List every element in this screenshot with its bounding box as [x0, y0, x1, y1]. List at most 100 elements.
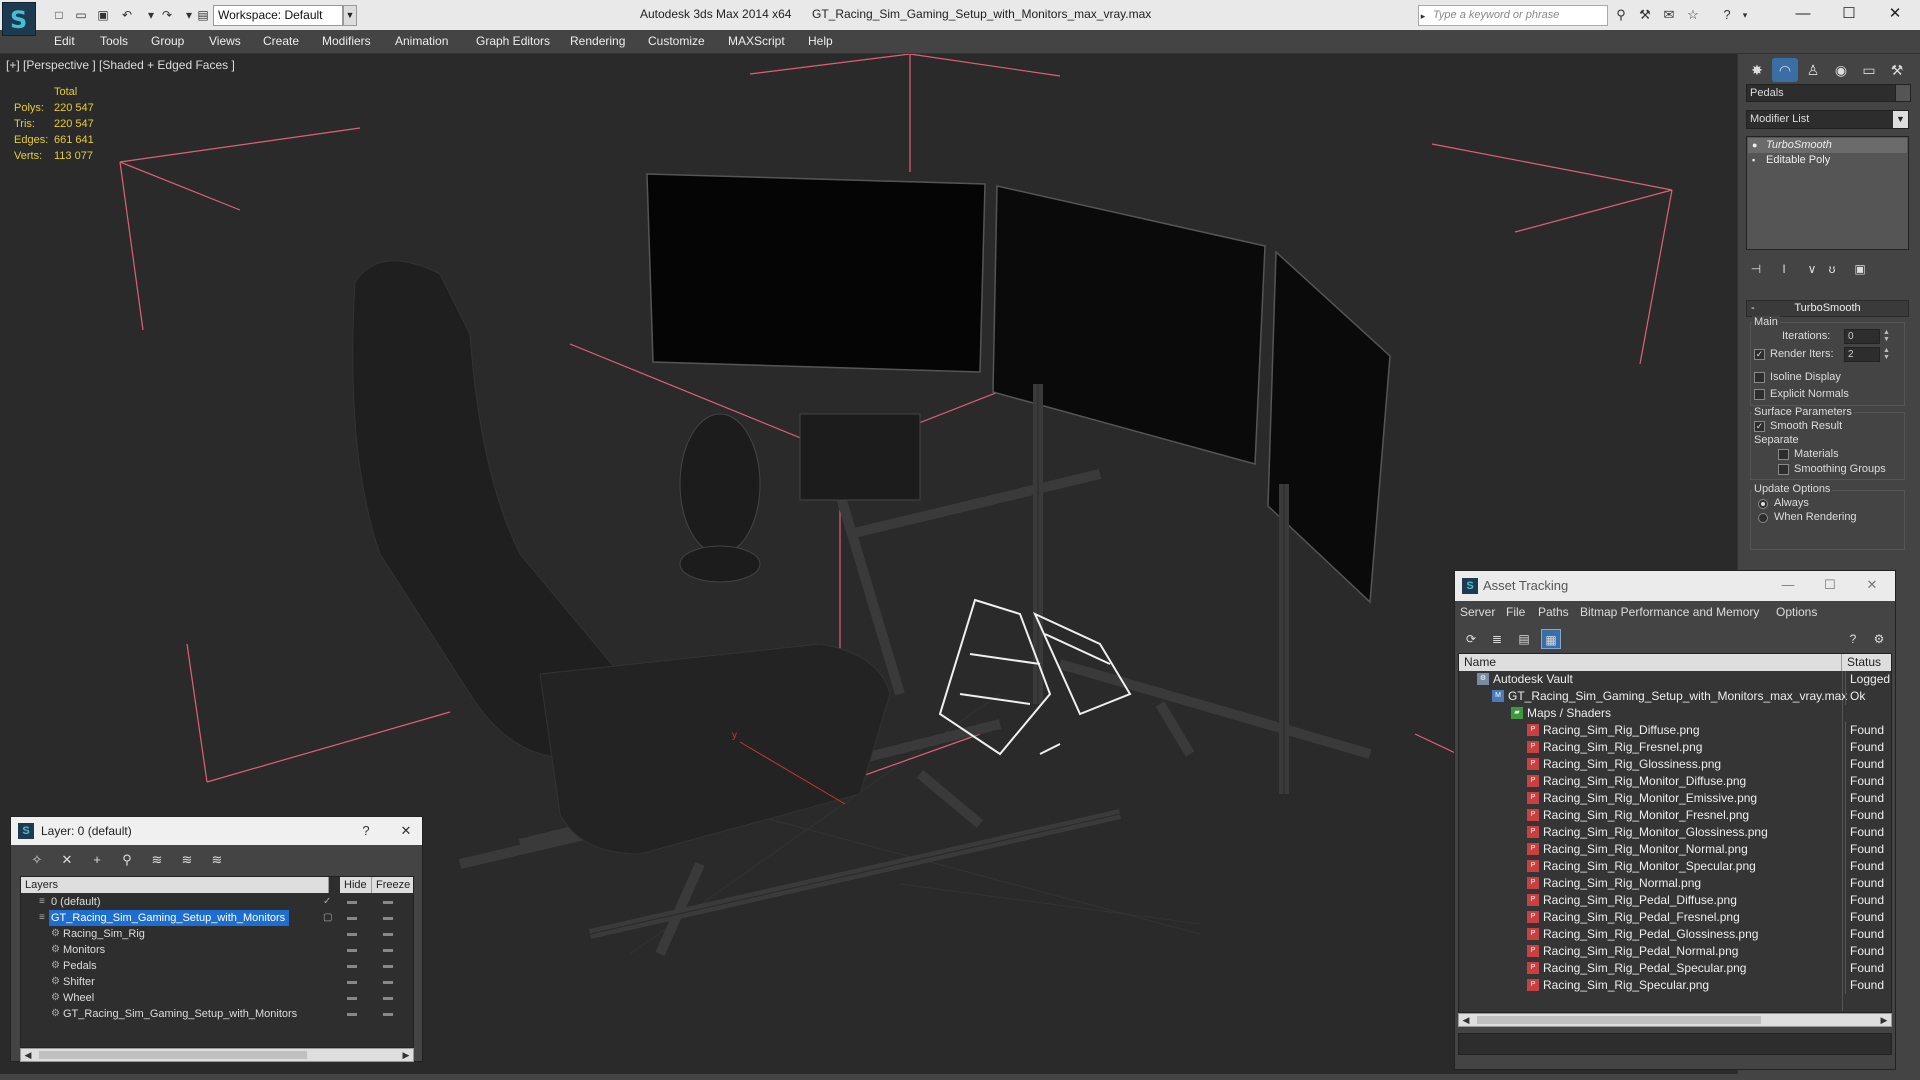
menu-tools[interactable]: Tools — [100, 34, 128, 48]
utilities-tab-icon[interactable]: ⚒ — [1884, 58, 1910, 82]
asset-row[interactable]: P Racing_Sim_Rig_Pedal_Diffuse.png Found — [1459, 892, 1891, 909]
layer-name[interactable]: GT_Racing_Sim_Gaming_Setup_with_Monitors — [61, 1006, 301, 1022]
always-radio[interactable] — [1758, 499, 1768, 509]
asset-row[interactable]: P Racing_Sim_Rig_Monitor_Diffuse.png Found — [1459, 773, 1891, 790]
freeze-toggle[interactable]: ▬ — [383, 958, 397, 974]
asset-row[interactable]: ▰ Maps / Shaders — [1459, 705, 1891, 722]
asset-table[interactable]: Name Status ⚙ Autodesk Vault Logged O M GT_R… — [1458, 653, 1892, 1013]
menu-file[interactable]: File — [1506, 605, 1525, 619]
layer-row[interactable]: ⚙ Wheel ▬ ▬ — [21, 990, 413, 1006]
menu-paths[interactable]: Paths — [1538, 605, 1569, 619]
scroll-left-icon[interactable]: ◀ — [1459, 1014, 1473, 1026]
hide-toggle[interactable]: ▬ — [347, 974, 361, 990]
freeze-toggle[interactable]: ▬ — [383, 910, 397, 926]
render-iters-checkbox[interactable]: ✓ — [1754, 349, 1765, 360]
motion-tab-icon[interactable]: ◉ — [1828, 58, 1854, 82]
when-rendering-radio[interactable] — [1758, 513, 1768, 523]
pin-stack-icon[interactable]: ⊣ — [1746, 260, 1766, 278]
menu-animation[interactable]: Animation — [395, 34, 448, 48]
freeze-toggle[interactable]: ▬ — [383, 990, 397, 1006]
help-icon[interactable]: ? — [1843, 629, 1863, 649]
asset-row[interactable]: P Racing_Sim_Rig_Specular.png Found — [1459, 977, 1891, 994]
close-button[interactable]: ✕ — [391, 817, 421, 845]
horizontal-scrollbar[interactable]: ◀ ▶ — [1458, 1013, 1892, 1027]
layer-name[interactable]: Racing_Sim_Rig — [61, 926, 149, 942]
delete-layer-icon[interactable]: ✕ — [57, 850, 77, 870]
asset-row[interactable]: P Racing_Sim_Rig_Monitor_Glossiness.png Fo… — [1459, 824, 1891, 841]
layer-name[interactable]: Monitors — [61, 942, 109, 958]
layer-row[interactable]: ≡ 0 (default) ✓ ▬ ▬ — [21, 894, 413, 910]
stack-item-editable-poly[interactable]: ▪ Editable Poly — [1748, 153, 1907, 168]
close-button[interactable]: ✕ — [1872, 0, 1918, 30]
layer-name[interactable]: GT_Racing_Sim_Gaming_Setup_with_Monitors — [49, 910, 290, 926]
render-iters-spinner[interactable]: 2 — [1844, 347, 1880, 362]
remove-modifier-icon[interactable]: ʊ — [1822, 260, 1842, 278]
subscription-icon[interactable]: ⚒ — [1636, 6, 1654, 24]
explicit-normals-checkbox[interactable] — [1754, 389, 1765, 400]
scroll-thumb[interactable] — [39, 1051, 307, 1059]
new-layer-icon[interactable]: ✧ — [27, 850, 47, 870]
save-file-icon[interactable]: ▣ — [94, 6, 112, 24]
refresh-icon[interactable]: ⟳ — [1461, 629, 1481, 649]
list-view-icon[interactable]: ≣ — [1487, 629, 1507, 649]
layer-name[interactable]: Wheel — [61, 990, 98, 1006]
configure-sets-icon[interactable]: ▣ — [1850, 260, 1870, 278]
create-tab-icon[interactable]: ✸ — [1744, 58, 1770, 82]
freeze-toggle[interactable]: ▬ — [383, 942, 397, 958]
asset-row[interactable]: P Racing_Sim_Rig_Pedal_Specular.png Found — [1459, 960, 1891, 977]
menu-customize[interactable]: Customize — [648, 34, 705, 48]
add-to-layer-icon[interactable]: + — [87, 850, 107, 870]
menu-graph-editors[interactable]: Graph Editors — [476, 34, 550, 48]
redo-icon[interactable]: ↷ — [158, 6, 176, 24]
scroll-right-icon[interactable]: ▶ — [399, 1049, 413, 1061]
make-unique-icon[interactable]: ∨ — [1802, 260, 1822, 278]
menu-create[interactable]: Create — [263, 34, 299, 48]
column-header-hide[interactable]: Hide — [340, 877, 372, 893]
layer-row[interactable]: ≡ GT_Racing_Sim_Gaming_Setup_with_Monitor… — [21, 910, 413, 926]
freeze-toggle[interactable]: ▬ — [383, 1006, 397, 1022]
set-current-layer-icon[interactable]: ▢ — [323, 910, 332, 926]
new-file-icon[interactable]: □ — [50, 6, 68, 24]
search-expand-icon[interactable]: ▸ — [1418, 7, 1428, 25]
column-header-status[interactable]: Status — [1842, 654, 1891, 671]
smoothing-groups-checkbox[interactable] — [1778, 464, 1789, 475]
chevron-down-icon[interactable]: ▼ — [1893, 111, 1908, 128]
hide-toggle[interactable]: ▬ — [347, 942, 361, 958]
asset-row[interactable]: P Racing_Sim_Rig_Monitor_Specular.png Foun… — [1459, 858, 1891, 875]
binoculars-icon[interactable]: ⚲ — [1612, 6, 1630, 24]
asset-row[interactable]: P Racing_Sim_Rig_Monitor_Fresnel.png Found — [1459, 807, 1891, 824]
layer-name[interactable]: 0 (default) — [49, 894, 105, 910]
object-name-field[interactable]: Pedals — [1746, 84, 1904, 102]
spinner-arrows-icon[interactable]: ▲ ▼ — [1882, 329, 1891, 344]
display-tab-icon[interactable]: ▭ — [1856, 58, 1882, 82]
hide-toggle[interactable]: ▬ — [347, 894, 361, 910]
asset-path-field[interactable] — [1458, 1033, 1892, 1055]
workspace-select[interactable]: Workspace: Default — [213, 5, 343, 26]
menu-server[interactable]: Server — [1460, 605, 1495, 619]
freeze-toggle[interactable]: ▬ — [383, 894, 397, 910]
close-button[interactable]: ✕ — [1857, 571, 1887, 599]
viewport-label[interactable]: [+] [Perspective ] [Shaded + Edged Faces… — [6, 58, 235, 72]
menu-modifiers[interactable]: Modifiers — [322, 34, 371, 48]
asset-row[interactable]: P Racing_Sim_Rig_Fresnel.png Found — [1459, 739, 1891, 756]
smooth-result-checkbox[interactable]: ✓ — [1754, 421, 1765, 432]
hide-toggle[interactable]: ▬ — [347, 958, 361, 974]
hide-all-icon[interactable]: ≋ — [177, 850, 197, 870]
asset-row[interactable]: M GT_Racing_Sim_Gaming_Setup_with_Monitor… — [1459, 688, 1891, 705]
hide-toggle[interactable]: ▬ — [347, 990, 361, 1006]
project-folder-icon[interactable]: ▤ — [194, 6, 212, 24]
asset-row[interactable]: P Racing_Sim_Rig_Monitor_Emissive.png Foun… — [1459, 790, 1891, 807]
freeze-all-icon[interactable]: ≋ — [207, 850, 227, 870]
minimize-button[interactable]: — — [1773, 571, 1803, 599]
help-dropdown-icon[interactable]: ▾ — [1736, 6, 1754, 24]
spinner-arrows-icon[interactable]: ▲ ▼ — [1882, 347, 1891, 362]
select-objects-icon[interactable]: ⚲ — [117, 850, 137, 870]
highlight-layer-icon[interactable]: ≋ — [147, 850, 167, 870]
hide-toggle[interactable]: ▬ — [347, 1006, 361, 1022]
menu-help[interactable]: Help — [808, 34, 833, 48]
help-icon[interactable]: ? — [1718, 6, 1736, 24]
column-header-freeze[interactable]: Freeze — [372, 877, 413, 893]
menu-rendering[interactable]: Rendering — [570, 34, 625, 48]
layer-name[interactable]: Pedals — [61, 958, 101, 974]
scroll-right-icon[interactable]: ▶ — [1877, 1014, 1891, 1026]
